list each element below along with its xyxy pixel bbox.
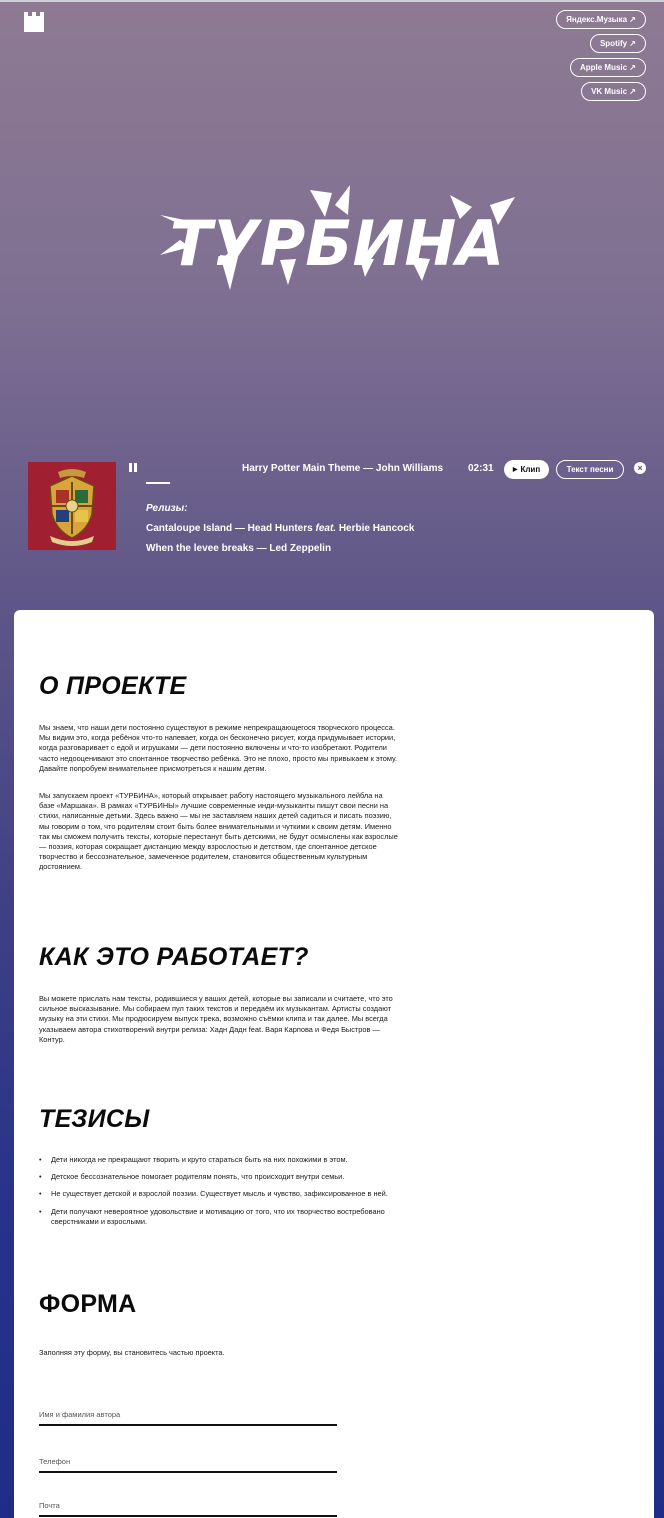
release-item-2[interactable]: When the levee breaks — Led Zeppelin bbox=[146, 543, 331, 554]
about-paragraph-2: Мы запускаем проект «ТУРБИНА», который о… bbox=[39, 791, 398, 872]
pause-icon[interactable] bbox=[129, 463, 137, 472]
track-time: 02:31 bbox=[468, 463, 494, 474]
release-item-1[interactable]: Cantaloupe Island — Head Hunters feat. H… bbox=[146, 523, 414, 534]
phone-field[interactable] bbox=[39, 1451, 337, 1473]
list-item: Дети никогда не прекращают творить и кру… bbox=[39, 1155, 409, 1165]
list-item: Не существует детской и взрослой поэзии.… bbox=[39, 1189, 409, 1199]
hogwarts-crest-icon bbox=[28, 462, 116, 550]
music-player: Harry Potter Main Theme — John Williams … bbox=[0, 455, 664, 605]
how-title: КАК ЭТО РАБОТАЕТ? bbox=[39, 943, 309, 971]
about-title: О ПРОЕКТЕ bbox=[39, 672, 187, 700]
hero-title-text: ТУРБИНА bbox=[170, 207, 505, 280]
spotify-link[interactable]: Spotify ↗ bbox=[589, 34, 646, 53]
progress-bar[interactable] bbox=[146, 482, 170, 484]
clip-button[interactable]: ▶ Клип bbox=[504, 460, 549, 479]
vk-music-link[interactable]: VK Music ↗ bbox=[581, 82, 646, 101]
streaming-links: Яндекс.Музыка ↗ Spotify ↗ Apple Music ↗ … bbox=[556, 10, 646, 101]
phone-input[interactable] bbox=[39, 1455, 337, 1466]
lyrics-button[interactable]: Текст песни bbox=[556, 460, 624, 479]
form-intro: Заполняя эту форму, вы становитесь часть… bbox=[39, 1348, 225, 1357]
theses-list: Дети никогда не прекращают творить и кру… bbox=[39, 1155, 409, 1234]
play-icon: ▶ bbox=[512, 467, 518, 473]
about-paragraph-1: Мы знаем, что наши дети постоянно сущест… bbox=[39, 723, 398, 773]
content-card: О ПРОЕКТЕ Мы знаем, что наши дети постоя… bbox=[14, 610, 654, 1518]
form-title: ФОРМА bbox=[39, 1290, 137, 1318]
track-title: Harry Potter Main Theme — John Williams bbox=[242, 463, 444, 474]
yandex-music-link[interactable]: Яндекс.Музыка ↗ bbox=[556, 10, 646, 29]
clip-button-label: Клип bbox=[520, 465, 541, 474]
apple-music-link[interactable]: Apple Music ↗ bbox=[569, 58, 646, 77]
how-paragraph: Вы можете прислать нам тексты, родившиес… bbox=[39, 994, 393, 1044]
releases-label: Релизы: bbox=[146, 503, 188, 514]
list-item: Дети получают невероятное удовольствие и… bbox=[39, 1207, 409, 1227]
author-name-field[interactable] bbox=[39, 1404, 337, 1426]
close-icon[interactable]: × bbox=[634, 462, 646, 474]
author-name-input[interactable] bbox=[39, 1408, 337, 1419]
list-item: Детское бессознательное помогает родител… bbox=[39, 1172, 409, 1182]
email-input[interactable] bbox=[39, 1499, 337, 1510]
top-border bbox=[0, 0, 664, 2]
hero-logo-title: ТУРБИНА bbox=[160, 185, 515, 295]
castle-logo-icon[interactable] bbox=[24, 12, 44, 32]
theses-title: ТЕЗИСЫ bbox=[39, 1105, 150, 1133]
email-field[interactable] bbox=[39, 1495, 337, 1517]
album-cover bbox=[28, 462, 116, 550]
